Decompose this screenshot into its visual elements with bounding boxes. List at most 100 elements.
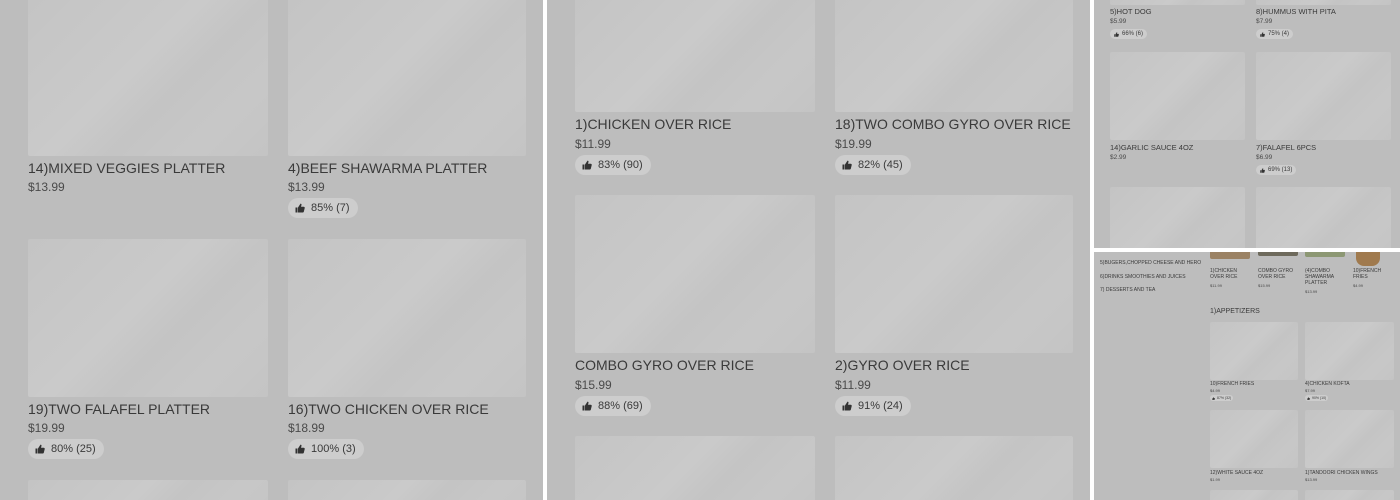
menu-item-image[interactable]: [1210, 322, 1298, 380]
menu-item-name[interactable]: COMBO GYRO OVER RICE: [575, 357, 754, 373]
featured-item-name[interactable]: COMBO GYRO OVER RICE: [1258, 268, 1298, 280]
menu-item-price: $4.99: [1210, 388, 1221, 393]
menu-item-image[interactable]: [1305, 410, 1394, 468]
featured-item-name[interactable]: 10)FRENCH FRIES: [1353, 268, 1387, 280]
rating-badge: 82% (45): [835, 155, 911, 175]
rating-text: 82% (45): [858, 159, 903, 171]
rating-text: 69% (13): [1268, 167, 1293, 173]
featured-item-name[interactable]: (4)COMBO SHAWARMA PLATTER: [1305, 268, 1341, 286]
menu-item-name[interactable]: 14)MIXED VEGGIES PLATTER: [28, 160, 225, 176]
category-link[interactable]: 5)BUGERS,CHOPPED CHEESE AND HERO: [1100, 260, 1201, 266]
menu-item-price: $1.99: [1210, 477, 1221, 482]
menu-item-name[interactable]: 8)HUMMUS WITH PITA: [1256, 7, 1336, 16]
menu-item-image[interactable]: [1110, 187, 1245, 248]
rating-text: 83% (90): [598, 159, 643, 171]
menu-item-name[interactable]: 1)CHICKEN OVER RICE: [575, 116, 731, 132]
menu-item-image[interactable]: [835, 195, 1073, 353]
menu-item-image[interactable]: [1256, 187, 1391, 248]
rating-badge: 85% (7): [288, 198, 358, 218]
menu-item-price: $13.99: [288, 180, 325, 194]
menu-item-price: $6.99: [1256, 154, 1273, 161]
thumbs-up-icon: [295, 444, 305, 454]
menu-item-name[interactable]: 4)CHICKEN KOFTA: [1305, 381, 1350, 387]
thumbs-up-icon: [842, 401, 852, 411]
featured-item-image[interactable]: [1210, 252, 1250, 259]
featured-item-price: $11.99: [1210, 283, 1222, 288]
menu-item-image[interactable]: [835, 0, 1073, 112]
screenshot-collage: 14)MIXED VEGGIES PLATTER $13.99 4)BEEF S…: [0, 0, 1400, 500]
rating-badge: 91% (24): [835, 396, 911, 416]
menu-item-price: $5.99: [1110, 18, 1127, 25]
category-link[interactable]: 7) DESSERTS AND TEA: [1100, 287, 1155, 293]
rating-text: 91% (24): [858, 400, 903, 412]
menu-item-image[interactable]: [1256, 52, 1391, 140]
rating-text: 90% (10): [1312, 396, 1327, 400]
menu-item-price: $7.99: [1305, 388, 1316, 393]
menu-item-price: $15.99: [575, 378, 612, 392]
menu-item-name[interactable]: 2)GYRO OVER RICE: [835, 357, 970, 373]
menu-item-name[interactable]: 14)GARLIC SAUCE 4OZ: [1110, 143, 1193, 152]
featured-item-name[interactable]: 1)CHICKEN OVER RICE: [1210, 268, 1250, 280]
menu-item-name[interactable]: 1)TANDOORI CHICKEN WINGS: [1305, 470, 1378, 476]
menu-item-price: $18.99: [288, 421, 325, 435]
rating-badge: 88% (69): [575, 396, 651, 416]
rating-badge: 100% (3): [288, 439, 364, 459]
thumbs-up-icon: [582, 401, 592, 411]
featured-item-price: $15.99: [1258, 283, 1271, 288]
rating-text: 85% (7): [311, 202, 350, 214]
menu-item-image[interactable]: [575, 436, 815, 500]
menu-item-name[interactable]: 18)TWO COMBO GYRO OVER RICE: [835, 116, 1071, 132]
menu-item-price: $7.99: [1256, 18, 1273, 25]
menu-item-image[interactable]: [1210, 410, 1298, 468]
thumbs-up-icon: [1260, 167, 1265, 173]
menu-item-image[interactable]: [1305, 490, 1394, 500]
rating-badge: 80% (25): [28, 439, 104, 459]
featured-item-image[interactable]: [1258, 252, 1298, 256]
rating-text: 100% (3): [311, 443, 356, 455]
featured-item-price: $13.99: [1305, 289, 1318, 294]
menu-item-price: $13.99: [1305, 477, 1318, 482]
rating-text: 87% (32): [1217, 396, 1232, 400]
featured-item-price: $4.99: [1353, 283, 1364, 288]
rating-text: 80% (25): [51, 443, 96, 455]
rating-text: 66% (6): [1122, 31, 1144, 37]
menu-item-name[interactable]: 12)WHITE SAUCE 4OZ: [1210, 470, 1263, 476]
featured-item-image[interactable]: [1356, 252, 1380, 266]
thumbs-up-icon: [1212, 396, 1215, 400]
menu-item-name[interactable]: 7)FALAFEL 6PCS: [1256, 143, 1316, 152]
rating-badge: 87% (32): [1210, 395, 1234, 401]
rating-badge: 83% (90): [575, 155, 651, 175]
menu-item-image[interactable]: [28, 239, 268, 397]
thumbs-up-icon: [35, 444, 45, 454]
menu-item-name[interactable]: 4)BEEF SHAWARMA PLATTER: [288, 160, 487, 176]
menu-item-image[interactable]: [1305, 322, 1394, 380]
menu-item-price: $19.99: [835, 137, 872, 151]
menu-item-image[interactable]: [835, 436, 1073, 500]
category-link[interactable]: 6)DRINKS SMOOTHIES AND JUICES: [1100, 274, 1186, 280]
rating-text: 75% (4): [1268, 31, 1290, 37]
menu-item-name[interactable]: 19)TWO FALAFEL PLATTER: [28, 401, 210, 417]
menu-item-image[interactable]: [28, 480, 268, 500]
menu-item-price: $2.99: [1110, 154, 1127, 161]
menu-item-image[interactable]: [1256, 0, 1391, 5]
menu-item-image[interactable]: [28, 0, 268, 156]
menu-item-image[interactable]: [1110, 0, 1245, 5]
menu-item-image[interactable]: [1210, 490, 1298, 500]
menu-item-name[interactable]: 5)HOT DOG: [1110, 7, 1152, 16]
menu-item-name[interactable]: 16)TWO CHICKEN OVER RICE: [288, 401, 489, 417]
menu-item-image[interactable]: [1110, 52, 1245, 140]
section-title: 1)APPETIZERS: [1210, 308, 1260, 315]
thumbs-up-icon: [1114, 31, 1119, 37]
menu-item-image[interactable]: [288, 0, 526, 156]
menu-item-image[interactable]: [575, 195, 815, 353]
menu-item-image[interactable]: [575, 0, 815, 112]
menu-item-image[interactable]: [288, 480, 526, 500]
rating-badge: 75% (4): [1256, 29, 1294, 39]
panel-c-menu: 5)HOT DOG $5.99 66% (6) 8)HUMMUS WITH PI…: [1094, 0, 1400, 248]
menu-item-name[interactable]: 10)FRENCH FRIES: [1210, 381, 1254, 387]
featured-item-image[interactable]: [1305, 252, 1345, 257]
thumbs-up-icon: [582, 160, 592, 170]
menu-item-price: $11.99: [575, 137, 611, 151]
menu-item-image[interactable]: [288, 239, 526, 397]
thumbs-up-icon: [1260, 31, 1265, 37]
